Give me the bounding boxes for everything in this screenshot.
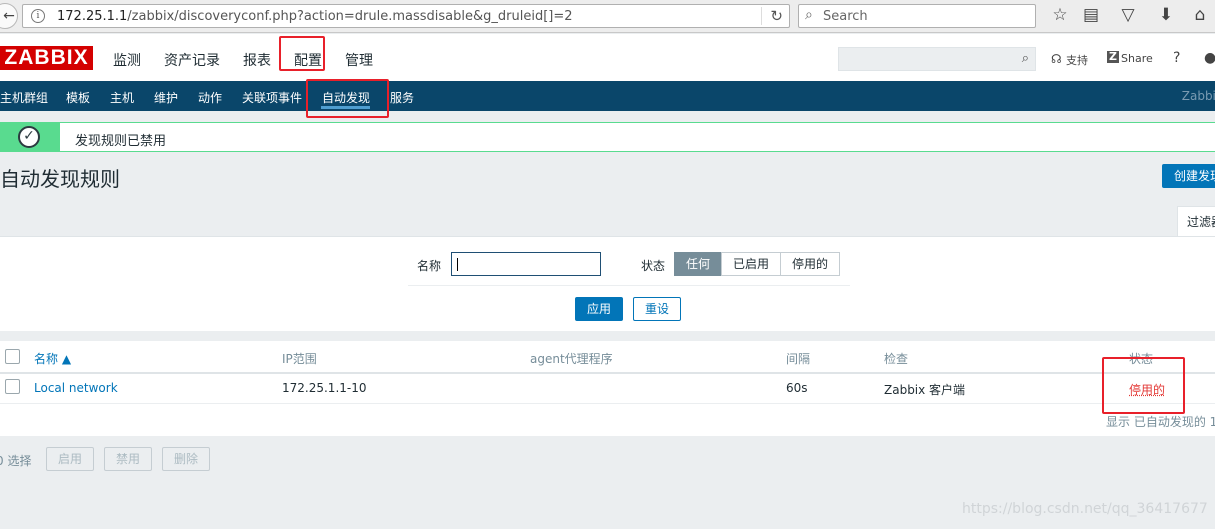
browser-search-input[interactable]: ⌕ Search	[798, 4, 1036, 28]
row-checkbox[interactable]	[5, 379, 20, 394]
reset-button[interactable]: 重设	[633, 297, 681, 321]
home-icon[interactable]: ⌂	[1190, 5, 1210, 25]
menu-reports[interactable]: 报表	[243, 50, 271, 70]
search-icon[interactable]: ⌕	[1022, 51, 1029, 66]
filter-name-label: 名称	[417, 259, 442, 273]
global-search-input[interactable]: ⌕	[838, 47, 1036, 71]
selected-count: 0 选择	[0, 454, 32, 468]
subnav-templates[interactable]: 模板	[66, 89, 90, 106]
search-placeholder: Search	[823, 9, 868, 24]
message-text: 发现规则已禁用	[75, 134, 167, 149]
back-arrow-icon[interactable]: ←	[0, 3, 18, 29]
url-text: 172.25.1.1/zabbix/discoveryconf.php?acti…	[57, 9, 573, 24]
main-menu: 监测 资产记录 报表 配置 管理	[113, 50, 396, 70]
mass-disable-button[interactable]: 禁用	[104, 447, 152, 471]
annotation-box-status	[1102, 357, 1185, 414]
table-footer-count: 显示 已自动发现的 1	[1106, 415, 1215, 429]
column-checks: 检查	[884, 352, 909, 366]
subnav-actions[interactable]: 动作	[198, 89, 222, 106]
filter-tab[interactable]: 过滤器	[1177, 206, 1215, 236]
column-interval: 间隔	[786, 352, 811, 366]
rule-name-link[interactable]: Local network	[34, 381, 118, 395]
info-icon[interactable]: i	[31, 9, 45, 23]
zabbix-header: ZABBIX 监测 资产记录 报表 配置 管理 ⌕ ☊ 支持 Z Share ?…	[0, 34, 1215, 81]
checkmark-icon: ✓	[18, 126, 40, 148]
menu-inventory[interactable]: 资产记录	[164, 50, 220, 70]
search-icon: ⌕	[805, 7, 813, 23]
header-divider	[0, 372, 1215, 374]
mass-enable-button[interactable]: 启用	[46, 447, 94, 471]
message-icon-box: ✓	[0, 123, 60, 151]
headset-icon[interactable]: ☊	[1051, 52, 1062, 66]
filter-name-input[interactable]	[451, 252, 601, 276]
annotation-box-config	[279, 36, 325, 71]
page-title: 自动发现规则	[0, 167, 120, 191]
reading-list-icon[interactable]: ▤	[1081, 5, 1101, 25]
subnav-host-groups[interactable]: 主机群组	[0, 89, 48, 106]
text-caret	[457, 258, 458, 271]
reload-icon[interactable]: ↻	[761, 7, 783, 25]
filter-panel: 名称 状态 任何 已启用 停用的 应用 重设	[0, 236, 1215, 331]
user-profile-icon[interactable]: ●	[1204, 50, 1215, 66]
mass-delete-button[interactable]: 删除	[162, 447, 210, 471]
subnav-services[interactable]: 服务	[390, 89, 414, 106]
row-divider	[0, 403, 1215, 404]
address-bar[interactable]: i 172.25.1.1/zabbix/discoveryconf.php?ac…	[22, 4, 790, 28]
browser-toolbar: ← i 172.25.1.1/zabbix/discoveryconf.php?…	[0, 0, 1215, 33]
filter-divider	[408, 285, 850, 286]
zabbix-logo[interactable]: ZABBIX	[0, 46, 93, 70]
filter-status-label: 状态	[641, 259, 666, 273]
column-ip-range: IP范围	[282, 352, 317, 366]
select-all-checkbox[interactable]	[5, 349, 20, 364]
download-icon[interactable]: ⬇	[1156, 5, 1176, 25]
column-proxy: agent代理程序	[530, 352, 613, 366]
menu-monitoring[interactable]: 监测	[113, 50, 141, 70]
sub-navigation: 主机群组 模板 主机 维护 动作 关联项事件 自动发现 服务 Zabbix	[0, 81, 1215, 111]
watermark-text: https://blog.csdn.net/qq_36417677	[962, 501, 1208, 517]
share-icon[interactable]: Z	[1107, 51, 1119, 63]
share-link[interactable]: Share	[1121, 52, 1153, 65]
support-link[interactable]: 支持	[1066, 52, 1088, 68]
status-any-option[interactable]: 任何	[674, 252, 723, 276]
status-radio-group: 任何 已启用 停用的	[674, 252, 841, 276]
help-icon[interactable]: ?	[1173, 50, 1180, 66]
pocket-icon[interactable]: ▽	[1118, 5, 1138, 25]
column-name[interactable]: 名称 ▲	[34, 350, 71, 367]
subnav-event-correlation[interactable]: 关联项事件	[242, 89, 302, 106]
success-message: ✓ 发现规则已禁用	[0, 122, 1215, 152]
subnav-hosts[interactable]: 主机	[110, 89, 134, 106]
status-disabled-option[interactable]: 停用的	[780, 252, 841, 276]
subnav-maintenance[interactable]: 维护	[154, 89, 178, 106]
create-discovery-rule-button[interactable]: 创建发现规则	[1162, 164, 1215, 188]
menu-administration[interactable]: 管理	[345, 50, 373, 70]
server-name: Zabbix	[1181, 89, 1215, 103]
rule-checks: Zabbix 客户端	[884, 383, 966, 397]
discovery-rules-table: 名称 ▲ IP范围 agent代理程序 间隔 检查 状态 Local netwo…	[0, 341, 1215, 436]
status-enabled-option[interactable]: 已启用	[721, 252, 782, 276]
rule-interval: 60s	[786, 381, 808, 395]
rule-ip-range: 172.25.1.1-10	[282, 381, 367, 395]
bookmark-star-icon[interactable]: ☆	[1050, 5, 1070, 25]
annotation-box-discovery	[306, 79, 389, 118]
apply-button[interactable]: 应用	[575, 297, 623, 321]
